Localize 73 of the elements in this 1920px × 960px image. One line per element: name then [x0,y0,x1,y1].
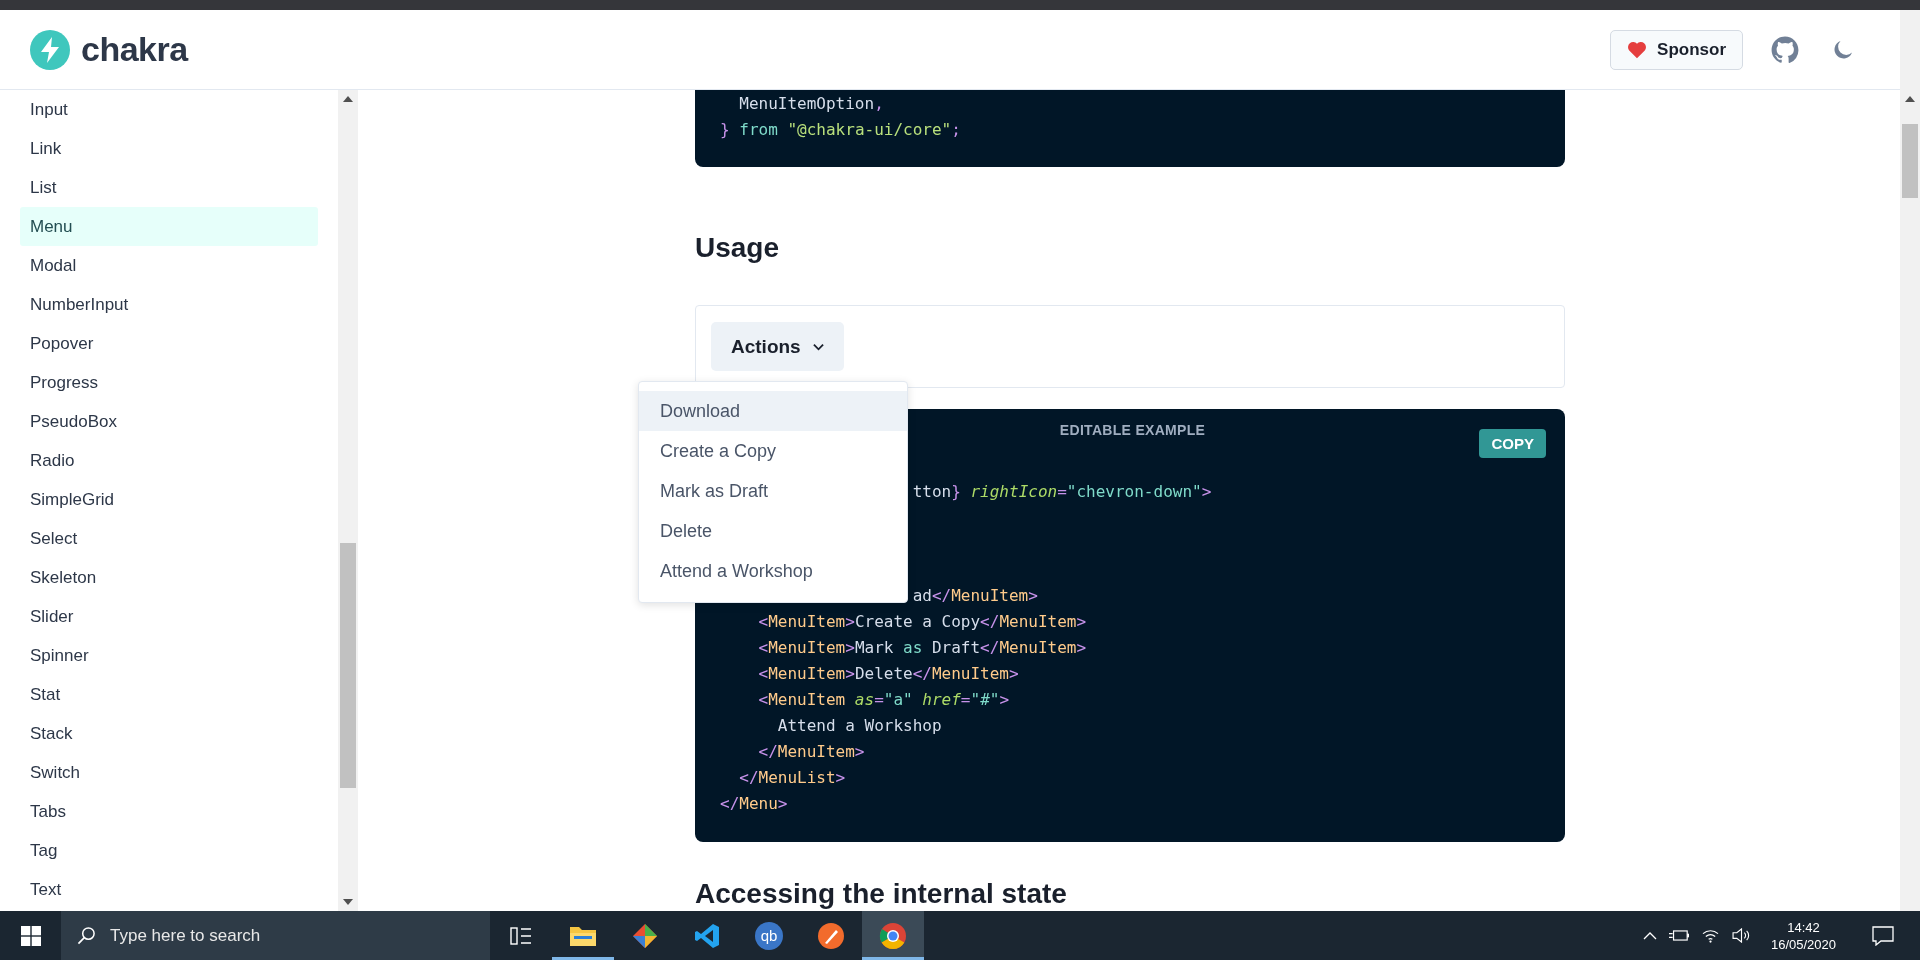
wifi-icon[interactable] [1700,928,1720,943]
volume-icon[interactable] [1731,928,1751,943]
dropdown-option[interactable]: Create a Copy [639,431,907,471]
sidebar-item[interactable]: Popover [20,324,318,363]
battery-icon[interactable] [1668,929,1689,942]
sidebar-item[interactable]: Radio [20,441,318,480]
sidebar-item[interactable]: SimpleGrid [20,480,318,519]
browser-icon [879,921,907,950]
sidebar-item[interactable]: Link [20,129,318,168]
sidebar-item[interactable]: Skeleton [20,558,318,597]
code-line: } from "@chakra-ui/core"; [720,120,961,139]
task-view-icon [510,925,532,946]
section-heading: Usage [695,231,781,265]
dropdown-option[interactable]: Attend a Workshop [639,551,907,591]
sidebar-item[interactable]: Spinner [20,636,318,675]
code-line: </MenuItem> [758,742,865,761]
code-editor-icon [694,922,720,949]
sidebar-item[interactable]: Stack [20,714,318,753]
scroll-down-icon[interactable] [343,899,353,905]
dropdown-option[interactable]: Delete [639,511,907,551]
sidebar-item[interactable]: Tag [20,831,318,870]
menu-button[interactable]: Actions [711,322,844,371]
sidebar-item[interactable]: Menu [20,207,318,246]
notification-icon[interactable] [1872,925,1894,946]
sidebar-item[interactable]: Input [20,90,318,129]
feather-icon [817,921,845,950]
page-scrollbar[interactable] [1900,10,1920,911]
code-line: <MenuItem as="a" href="#"> [758,690,1010,709]
code-line: Attend a Workshop [777,716,942,735]
chevron-up-icon[interactable] [1642,931,1657,940]
clock-time[interactable]: 14:42 [1787,918,1820,936]
scrollbar-thumb[interactable] [1902,124,1918,198]
windows-icon [20,925,41,946]
dropdown-option[interactable]: Mark as Draft [639,471,907,511]
sidebar-item[interactable]: Stat [20,675,318,714]
copy-button[interactable]: COPY [1479,429,1546,458]
code-line: ad</MenuItem> [912,586,1038,605]
dropdown-option[interactable]: Download [639,391,907,431]
code-line: <MenuItem>Delete</MenuItem> [758,664,1019,683]
diamond-icon [632,922,658,949]
code-line: MenuItemOption, [739,94,884,113]
sidebar-item[interactable]: Select [20,519,318,558]
taskbar-app[interactable]: qb [738,911,800,960]
sidebar-item[interactable]: Text [20,870,318,909]
code-line: </Menu> [720,794,788,813]
sidebar-item[interactable]: Switch [20,753,318,792]
section-heading: Accessing the internal state [695,878,1068,910]
app-letters-icon: qb [755,921,783,950]
sidebar-item[interactable]: PseudoBox [20,402,318,441]
scroll-up-icon[interactable] [343,96,353,102]
sponsor-button[interactable]: Sponsor [1610,29,1743,70]
code-line: <MenuItem>Mark as Draft</MenuItem> [758,638,1087,657]
sidebar-item[interactable]: Progress [20,363,318,402]
editable-example-label: EDITABLE EXAMPLE [1058,421,1207,439]
chevron-down-icon [812,342,824,351]
clock-date[interactable]: 16/05/2020 [1770,935,1836,953]
sidebar-item[interactable]: Modal [20,246,318,285]
sidebar-scrollbar[interactable] [338,90,358,911]
github-icon[interactable] [1771,35,1799,64]
code-line: <MenuItem>Create a Copy</MenuItem> [758,612,1087,631]
taskbar-app[interactable] [862,911,924,960]
code-line: tton} rightIcon="chevron-down"> [912,482,1212,501]
sidebar-item[interactable]: Slider [20,597,318,636]
scrollbar-thumb[interactable] [340,543,356,788]
heart-icon [1627,40,1648,59]
sidebar-item[interactable]: List [20,168,318,207]
code-line: </MenuList> [739,768,846,787]
scroll-up-icon[interactable] [1905,96,1915,102]
search-field[interactable]: Type here to search [61,911,490,960]
search-icon [77,926,96,945]
sidebar-item[interactable]: NumberInput [20,285,318,324]
logo-text[interactable]: chakra [81,30,188,69]
sidebar-item[interactable]: Tabs [20,792,318,831]
